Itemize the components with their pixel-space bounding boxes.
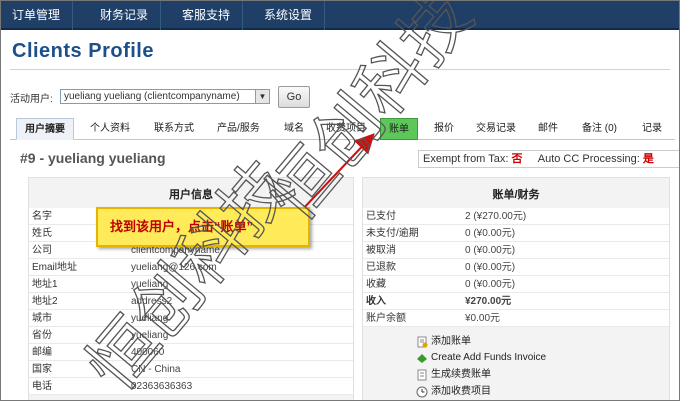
user-info-value: CN - China	[131, 364, 181, 375]
user-info-value: yueliang	[131, 313, 169, 324]
billing-key: 收藏	[366, 279, 386, 290]
billing-value: 2 (¥270.00元)	[465, 211, 527, 222]
active-client-label: 活动用户:	[10, 94, 53, 105]
user-info-key: 城市	[32, 313, 52, 324]
user-info-value: yueliang	[131, 279, 169, 290]
add-billable-icon	[416, 386, 428, 398]
tab-contacts[interactable]: 联系方式	[146, 118, 202, 140]
page-title: Clients Profile	[12, 40, 154, 62]
billing-row: 账户余额 ¥0.00元	[363, 310, 669, 327]
renewal-invoice-icon	[417, 369, 427, 381]
billing-key: 已支付	[366, 211, 396, 222]
billing-value: 0 (¥0.00元)	[465, 279, 516, 290]
user-info-key: 国家	[32, 364, 52, 375]
client-select-value: yueliang yueliang (clientcompanyname)	[64, 91, 240, 102]
tab-summary[interactable]: 用户摘要	[16, 118, 74, 140]
instruction-callout: 找到该用户，点击“账单”	[96, 207, 310, 247]
billing-panel: 账单/财务 已支付 2 (¥270.00元) 未支付/逾期 0 (¥0.00元) 被取消…	[362, 177, 670, 401]
tab-emails[interactable]: 邮件	[530, 118, 566, 140]
billing-value: 0 (¥0.00元)	[465, 228, 516, 239]
user-info-key: 邮编	[32, 347, 52, 358]
billing-key: 已退款	[366, 262, 396, 273]
billing-row: 已支付 2 (¥270.00元)	[363, 208, 669, 225]
billing-value: 0 (¥0.00元)	[465, 245, 516, 256]
user-info-title: 用户信息	[169, 189, 213, 201]
tab-quotes[interactable]: 报价	[426, 118, 462, 140]
nav-settings[interactable]: 系统设置	[252, 0, 326, 30]
billing-key: 收入	[366, 296, 386, 307]
user-info-key: 地址1	[32, 279, 58, 290]
billing-key: 账户余额	[366, 313, 406, 324]
user-info-value: yueliang	[131, 330, 169, 341]
user-info-row: 省份 yueliang	[29, 327, 353, 344]
title-divider	[10, 69, 670, 70]
user-info-key: 名字	[32, 211, 52, 222]
user-info-row: 城市 yueliang	[29, 310, 353, 327]
user-info-value: 400060	[131, 347, 165, 358]
billing-row: 已退款 0 (¥0.00元)	[363, 259, 669, 276]
billing-key: 未支付/逾期	[366, 228, 419, 239]
user-info-row: 邮编 400060	[29, 344, 353, 361]
billing-row: 收入 ¥270.00元	[363, 293, 669, 310]
tab-log[interactable]: 记录	[634, 118, 670, 140]
user-info-value: address2	[131, 296, 173, 307]
add-funds-invoice-link[interactable]: Create Add Funds Invoice	[416, 350, 546, 365]
exempt-tax-label: Exempt from Tax:	[423, 153, 509, 165]
tab-invoices[interactable]: 账单	[380, 118, 418, 140]
profile-tabs: 用户摘要 个人资料 联系方式 产品/服务 域名 收费项目 账单 报价 交易记录 …	[10, 118, 675, 140]
add-invoice-link[interactable]: 添加账单	[416, 334, 471, 349]
add-invoice-label: 添加账单	[431, 336, 471, 347]
tab-billable-items[interactable]: 收费项目	[318, 118, 374, 140]
billing-row: 收藏 0 (¥0.00元)	[363, 276, 669, 293]
billing-title: 账单/财务	[492, 189, 540, 201]
user-info-row: 国家 CN - China	[29, 361, 353, 378]
user-info-key: 公司	[32, 245, 52, 256]
add-invoice-icon	[417, 336, 428, 348]
generate-renewal-link[interactable]: 生成续费账单	[416, 367, 491, 382]
add-funds-icon	[417, 354, 427, 363]
user-info-row: Email地址 yueliang@126.com	[29, 259, 353, 276]
billing-value: ¥270.00元	[465, 296, 512, 307]
tax-settings-bar: Exempt from Tax: 否 Auto CC Processing: 是	[418, 150, 680, 168]
user-info-value: 02363636363	[131, 381, 193, 392]
user-info-key: 省份	[32, 330, 52, 341]
generate-renewal-label: 生成续费账单	[431, 369, 491, 380]
billing-row: 未支付/逾期 0 (¥0.00元)	[363, 225, 669, 242]
tab-transactions[interactable]: 交易记录	[468, 118, 524, 140]
nav-finance[interactable]: 财务记录	[88, 0, 162, 30]
add-funds-label: Create Add Funds Invoice	[431, 352, 547, 363]
user-info-key: 姓氏	[32, 228, 52, 239]
add-billable-label: 添加收费项目	[431, 386, 491, 397]
auto-cc-value: 是	[642, 153, 654, 165]
billing-value: 0 (¥0.00元)	[465, 262, 516, 273]
user-info-key: 电话	[32, 381, 52, 392]
top-nav: 订单管理 财务记录 客服支持 系统设置	[0, 0, 680, 30]
nav-orders[interactable]: 订单管理	[0, 0, 74, 30]
billing-key: 被取消	[366, 245, 396, 256]
tab-notes[interactable]: 备注 (0)	[574, 118, 625, 140]
billing-value: ¥0.00元	[465, 313, 501, 324]
exempt-tax-value: 否	[511, 153, 523, 165]
billing-row: 被取消 0 (¥0.00元)	[363, 242, 669, 259]
user-info-key: Email地址	[32, 262, 78, 273]
user-info-row: 地址2 address2	[29, 293, 353, 310]
tab-products[interactable]: 产品/服务	[209, 118, 268, 140]
client-id-heading: #9 - yueliang yueliang	[20, 150, 166, 166]
user-info-value: yueliang@126.com	[131, 262, 217, 273]
client-select[interactable]: yueliang yueliang (clientcompanyname) ▼	[60, 89, 270, 104]
user-info-row: 电话 02363636363	[29, 378, 353, 395]
go-button[interactable]: Go	[278, 86, 310, 108]
tab-domains[interactable]: 域名	[276, 118, 312, 140]
nav-support[interactable]: 客服支持	[170, 0, 244, 30]
auto-cc-label: Auto CC Processing:	[537, 153, 640, 165]
tab-profile[interactable]: 个人资料	[82, 118, 138, 140]
add-billable-item-link[interactable]: 添加收费项目	[416, 384, 491, 399]
chevron-down-icon[interactable]: ▼	[255, 90, 269, 103]
user-info-key: 地址2	[32, 296, 58, 307]
user-info-row: 地址1 yueliang	[29, 276, 353, 293]
